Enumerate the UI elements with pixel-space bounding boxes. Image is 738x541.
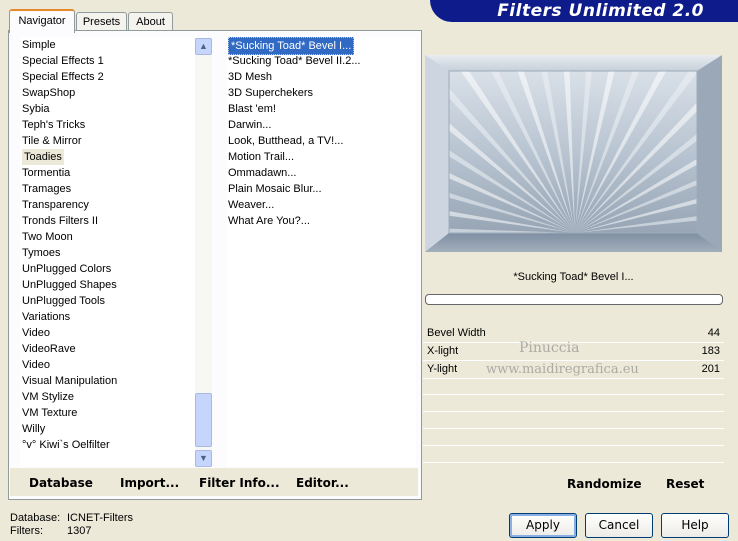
- tab-navigator[interactable]: Navigator: [9, 9, 75, 33]
- category-item[interactable]: SwapShop: [22, 85, 75, 101]
- filter-info-button[interactable]: Filter Info...: [199, 476, 280, 490]
- category-item[interactable]: Tramages: [22, 181, 71, 197]
- category-item[interactable]: Tymoes: [22, 245, 61, 261]
- category-item[interactable]: Special Effects 1: [22, 53, 104, 69]
- param-row-empty: [423, 429, 724, 446]
- watermark-name: Pinuccia: [519, 340, 580, 356]
- param-value: 201: [701, 363, 720, 375]
- cancel-button[interactable]: Cancel: [585, 513, 653, 538]
- filter-item[interactable]: *Sucking Toad* Bevel II.2...: [228, 53, 361, 69]
- category-item[interactable]: Video: [22, 357, 50, 373]
- filter-list[interactable]: *Sucking Toad* Bevel I... *Sucking Toad* …: [226, 37, 416, 467]
- category-item[interactable]: Teph's Tricks: [22, 117, 85, 133]
- scroll-up-icon[interactable]: ▲: [195, 38, 212, 55]
- category-item[interactable]: Transparency: [22, 197, 89, 213]
- database-label: Database:: [10, 512, 61, 524]
- progress-bar: [425, 294, 723, 305]
- filter-item[interactable]: Blast 'em!: [228, 101, 276, 117]
- help-button[interactable]: Help: [661, 513, 729, 538]
- import-button[interactable]: Import...: [120, 476, 179, 490]
- navigator-toolbar: Database Import... Filter Info... Editor…: [10, 468, 418, 496]
- watermark-url: www.maidiregrafica.eu: [486, 362, 639, 377]
- param-row-empty: [423, 378, 724, 395]
- category-item[interactable]: VM Texture: [22, 405, 77, 421]
- category-item[interactable]: °v° Kiwi`s Oelfilter: [22, 437, 110, 453]
- param-row-empty: [423, 395, 724, 412]
- category-item[interactable]: Simple: [22, 37, 56, 53]
- param-value: 183: [701, 345, 720, 357]
- scroll-down-icon[interactable]: ▼: [195, 450, 212, 467]
- apply-button[interactable]: Apply: [509, 513, 577, 538]
- database-value: ICNET-Filters: [67, 512, 133, 524]
- param-label: X-light: [427, 345, 459, 357]
- randomize-button[interactable]: Randomize: [567, 477, 641, 491]
- database-button[interactable]: Database: [29, 476, 93, 490]
- category-item[interactable]: Willy: [22, 421, 45, 437]
- preview-filter-name: *Sucking Toad* Bevel I...: [513, 271, 634, 283]
- param-label: Bevel Width: [427, 327, 486, 339]
- category-list[interactable]: Simple Special Effects 1 Special Effects 2…: [20, 37, 195, 467]
- filter-item[interactable]: Motion Trail...: [228, 149, 294, 165]
- category-item[interactable]: UnPlugged Colors: [22, 261, 111, 277]
- category-item[interactable]: Variations: [22, 309, 70, 325]
- category-item[interactable]: Visual Manipulation: [22, 373, 117, 389]
- filter-item[interactable]: Ommadawn...: [228, 165, 296, 181]
- filter-item[interactable]: What Are You?...: [228, 213, 310, 229]
- param-value: 44: [707, 327, 720, 339]
- filter-item[interactable]: Plain Mosaic Blur...: [228, 181, 322, 197]
- category-item[interactable]: Special Effects 2: [22, 69, 104, 85]
- param-row-empty: [423, 446, 724, 463]
- category-item[interactable]: UnPlugged Tools: [22, 293, 105, 309]
- category-item[interactable]: VideoRave: [22, 341, 76, 357]
- param-label: Y-light: [427, 363, 458, 375]
- filter-item[interactable]: 3D Mesh: [228, 69, 272, 85]
- category-item[interactable]: Tile & Mirror: [22, 133, 81, 149]
- filter-item[interactable]: 3D Superchekers: [228, 85, 313, 101]
- category-item[interactable]: Video: [22, 325, 50, 341]
- editor-button[interactable]: Editor...: [296, 476, 349, 490]
- category-item[interactable]: Sybia: [22, 101, 50, 117]
- filters-count-value: 1307: [67, 525, 92, 537]
- title-banner: Filters Unlimited 2.0: [430, 0, 738, 22]
- filter-preview-image: [425, 55, 722, 252]
- category-item[interactable]: Tormentia: [22, 165, 70, 181]
- category-item[interactable]: Tronds Filters II: [22, 213, 98, 229]
- category-item[interactable]: UnPlugged Shapes: [22, 277, 117, 293]
- param-row-empty: [423, 412, 724, 429]
- tab-about[interactable]: About: [128, 12, 173, 31]
- filter-item[interactable]: Darwin...: [228, 117, 271, 133]
- filter-item[interactable]: Weaver...: [228, 197, 274, 213]
- reset-button[interactable]: Reset: [666, 477, 704, 491]
- filter-item[interactable]: Look, Butthead, a TV!...: [228, 133, 343, 149]
- category-item[interactable]: Two Moon: [22, 229, 73, 245]
- category-item[interactable]: VM Stylize: [22, 389, 74, 405]
- category-item[interactable]: Toadies: [22, 149, 64, 165]
- category-scrollbar[interactable]: ▲ ▼: [195, 38, 212, 467]
- scroll-thumb[interactable]: [195, 393, 212, 447]
- banner-title: Filters Unlimited 2.0: [497, 1, 704, 21]
- tab-presets[interactable]: Presets: [76, 12, 127, 31]
- filters-count-label: Filters:: [10, 525, 43, 537]
